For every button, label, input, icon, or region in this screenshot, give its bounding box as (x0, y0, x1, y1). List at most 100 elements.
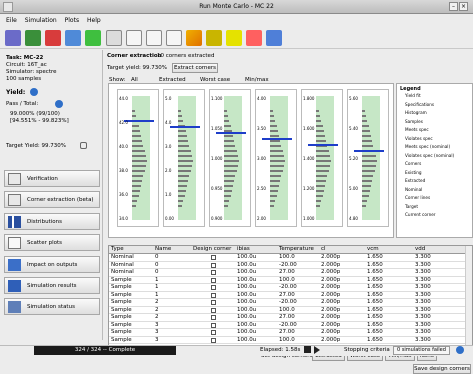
design-corner-checkbox[interactable] (211, 262, 216, 268)
table-cell: Sample (111, 284, 132, 290)
tick-label: 4.80 (349, 216, 358, 221)
design-corner-checkbox[interactable] (211, 300, 216, 305)
design-corner-checkbox[interactable] (211, 255, 216, 260)
histogram-bar (270, 175, 282, 177)
pass-help-icon[interactable] (55, 100, 63, 108)
cancel-icon[interactable] (45, 30, 61, 46)
help-icon[interactable] (226, 30, 242, 46)
menu-file[interactable]: Eile (6, 15, 17, 26)
tune-icon[interactable] (206, 30, 222, 46)
histogram-bar (224, 165, 238, 167)
histogram-bar (178, 135, 187, 137)
table-cell: -20.00 (279, 284, 297, 290)
table-row[interactable]: Nominal 0 100.0u -20.00 2.000p 1.650 3.300 (109, 261, 466, 269)
design-corner-checkbox[interactable] (211, 315, 216, 320)
table-cell: 3 (155, 336, 159, 343)
histogram-bar (270, 195, 277, 197)
table-cell: 2.000p (321, 261, 341, 268)
table-row[interactable]: Sample 2 100.0u -20.00 2.000p 1.650 3.300 (109, 299, 466, 307)
extract-corners-button[interactable]: Extract corners (172, 63, 218, 73)
histogram-bar (270, 170, 283, 172)
histogram-bar (362, 180, 373, 182)
nav-verification[interactable]: Verification (4, 170, 100, 187)
table-row[interactable]: Sample 2 100.0u 27.00 2.000p 1.650 3.300 (109, 314, 466, 322)
design-corner-checkbox[interactable] (211, 337, 216, 343)
table-icon[interactable] (106, 30, 122, 46)
csv-icon[interactable] (146, 30, 162, 46)
nav-simulation-status[interactable]: Simulation status (4, 298, 100, 315)
table-cell: 0 (155, 269, 159, 275)
refresh-icon[interactable] (85, 30, 101, 46)
histogram-bar (316, 160, 331, 162)
status-icon (8, 301, 21, 313)
status-help-icon[interactable] (456, 346, 464, 354)
table-row[interactable]: Sample 1 100.0u 100.0 2.000p 1.650 3.300 (109, 277, 466, 284)
histogram-bar (270, 180, 281, 182)
close-button[interactable]: × (459, 2, 468, 11)
table-row[interactable]: Nominal 0 100.0u 27.00 2.000p 1.650 3.300 (109, 269, 466, 277)
column-header[interactable]: Name (155, 246, 171, 254)
design-corner-checkbox[interactable] (211, 307, 216, 313)
table-row[interactable]: Sample 1 100.0u 27.00 2.000p 1.650 3.300 (109, 292, 466, 299)
table-row[interactable]: Sample 1 100.0u -20.00 2.000p 1.650 3.300 (109, 284, 466, 292)
save-design-corners-button[interactable]: Save design corners (413, 364, 471, 374)
table-cell: 3.300 (415, 254, 431, 260)
stop-icon[interactable] (304, 346, 311, 353)
nav-impact[interactable]: Impact on outputs (4, 256, 100, 273)
histogram-bar (270, 200, 276, 202)
histogram-bar (178, 205, 183, 207)
play-icon[interactable] (314, 346, 320, 354)
menu-plots[interactable]: Plots (65, 15, 79, 26)
table-row[interactable]: Sample 3 100.0u 100.0 2.000p 1.650 3.300 (109, 336, 466, 344)
export-icon[interactable] (65, 30, 81, 46)
column-header[interactable]: Type (111, 246, 124, 254)
design-corner-checkbox[interactable] (211, 330, 216, 335)
column-header[interactable]: cl (321, 246, 326, 254)
design-corner-checkbox[interactable] (211, 277, 216, 283)
tick-label: 1.000 (303, 216, 315, 221)
table-scrollbar[interactable] (465, 246, 472, 346)
run-icon[interactable] (5, 30, 21, 46)
design-corner-checkbox[interactable] (211, 292, 216, 298)
table-row[interactable]: Sample 3 100.0u 27.00 2.000p 1.650 3.300 (109, 329, 466, 337)
nav-simulation-results[interactable]: Simulation results (4, 277, 100, 294)
design-corner-checkbox[interactable] (211, 285, 216, 290)
histogram-bar (270, 150, 283, 152)
minimize-button[interactable]: – (449, 2, 458, 11)
tick-label: 2.0 (165, 168, 172, 173)
histogram-bar (316, 185, 325, 187)
table-cell: 3.300 (415, 329, 431, 335)
menu-simulation[interactable]: Simulation (25, 15, 57, 26)
tick-label: 36.0 (119, 192, 128, 197)
column-header[interactable]: vcm (367, 246, 379, 254)
grid-icon[interactable] (166, 30, 182, 46)
histogram-bar (362, 195, 369, 197)
histogram-bar (178, 180, 189, 182)
table-cell: 1.650 (367, 336, 383, 343)
target-yield-label: Target Yield: 99.730% (6, 143, 66, 149)
table-row[interactable]: Nominal 0 100.0u 100.0 2.000p 1.650 3.300 (109, 254, 466, 262)
histogram-bar (270, 140, 281, 142)
column-header[interactable]: vdd (415, 246, 425, 254)
design-corner-checkbox[interactable] (211, 270, 216, 275)
yield-help-icon[interactable] (30, 88, 38, 96)
filter-icon[interactable] (266, 30, 282, 46)
table-row[interactable]: Sample 3 100.0u -20.00 2.000p 1.650 3.300 (109, 322, 466, 329)
fix-icon[interactable] (246, 30, 262, 46)
nav-distributions[interactable]: Distributions (4, 213, 100, 230)
settings-icon[interactable] (80, 142, 87, 149)
table-cell: 2.000p (321, 269, 341, 275)
warning-icon[interactable] (186, 30, 202, 46)
nav-scatter-plots[interactable]: Scatter plots (4, 234, 100, 251)
pdf-icon[interactable] (126, 30, 142, 46)
column-header[interactable]: ibias (237, 246, 250, 254)
design-corner-checkbox[interactable] (211, 322, 216, 328)
tools-icon[interactable] (25, 30, 41, 46)
column-header[interactable]: Design corner (193, 246, 231, 254)
column-header[interactable]: Temperature (279, 246, 314, 254)
nav-corner-extraction[interactable]: Corner extraction (beta) (4, 191, 100, 208)
menu-help[interactable]: Help (87, 15, 101, 26)
tick-label: 5.00 (349, 186, 358, 191)
histogram-bar (224, 170, 237, 172)
table-row[interactable]: Sample 2 100.0u 100.0 2.000p 1.650 3.300 (109, 307, 466, 314)
